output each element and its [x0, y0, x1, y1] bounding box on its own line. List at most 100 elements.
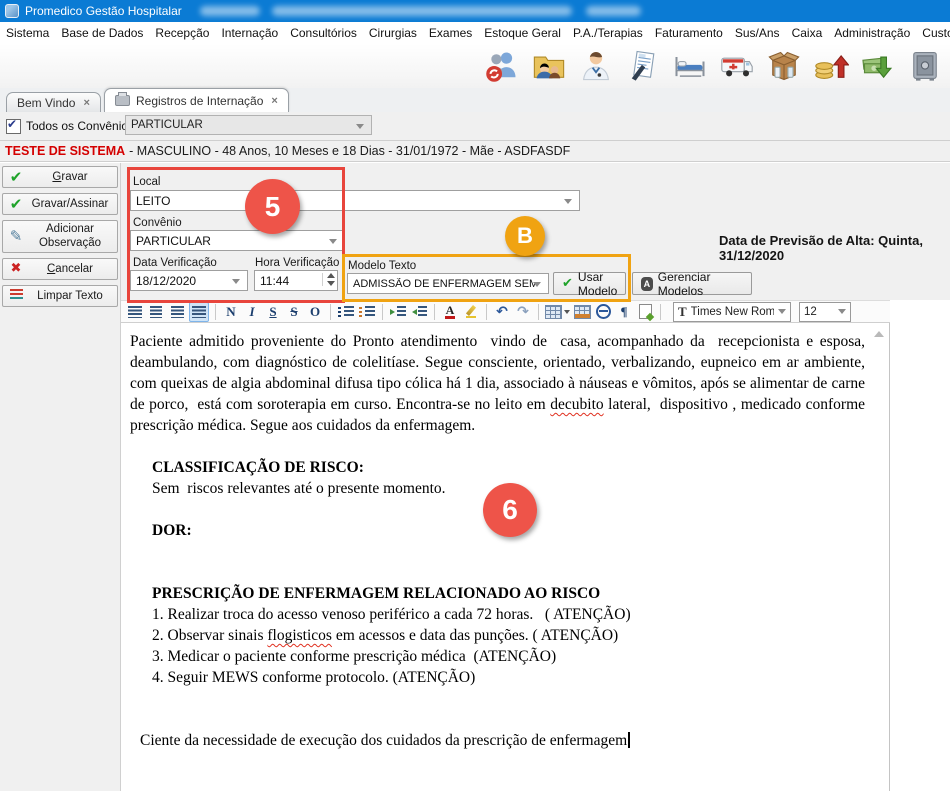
gerenciar-modelos-label: Gerenciar Modelos — [658, 270, 743, 298]
tab-bar: Bem Vindo × Registros de Internação × — [0, 88, 950, 113]
indent-decrease-icon[interactable] — [410, 303, 428, 321]
bold-icon[interactable]: N — [222, 303, 240, 321]
patients-folder-icon[interactable] — [530, 47, 568, 85]
strikethrough-icon[interactable]: S — [285, 303, 303, 321]
gravar-assinar-button[interactable]: ✔Gravar/Assinar — [2, 193, 118, 215]
font-color-icon[interactable]: A — [441, 303, 459, 321]
hospital-bed-icon[interactable] — [671, 47, 709, 85]
spin-down-icon[interactable] — [327, 281, 335, 286]
patient-details: - MASCULINO - 48 Anos, 10 Meses e 18 Dia… — [129, 144, 570, 158]
menu-item-cirurgias[interactable]: Cirurgias — [363, 26, 423, 40]
menu-item-exames[interactable]: Exames — [423, 26, 478, 40]
outline-icon[interactable]: O — [306, 303, 324, 321]
check-icon: ✔ — [562, 276, 573, 291]
document-blank-line — [130, 436, 865, 457]
printer-icon — [115, 95, 130, 106]
document-blank-line — [130, 541, 865, 562]
local-dropdown[interactable]: LEITO — [130, 190, 580, 211]
document-line: PRESCRIÇÃO DE ENFERMAGEM RELACIONADO AO … — [130, 583, 865, 604]
redo-icon[interactable]: ↷ — [514, 303, 532, 321]
gravar-button[interactable]: ✔Gravar — [2, 166, 118, 188]
menu-item-base-de-dados[interactable]: Base de Dados — [55, 26, 149, 40]
sync-users-icon[interactable] — [483, 47, 521, 85]
adicionar-observacao-button[interactable]: ✎Adicionar Observação — [2, 220, 118, 253]
font-family-select[interactable]: T Times New Rom — [673, 302, 791, 322]
menu-item-custo[interactable]: Custo — [916, 26, 950, 40]
hora-verificacao-value: 11:44 — [260, 274, 289, 288]
data-verificacao-label: Data Verificação — [133, 257, 217, 269]
align-left-icon[interactable] — [126, 303, 144, 321]
tab-bem-vindo[interactable]: Bem Vindo × — [6, 92, 101, 112]
rich-text-editor[interactable]: Paciente admitido proveniente do Pronto … — [121, 323, 890, 791]
highlight-icon[interactable] — [462, 303, 480, 321]
expense-down-icon[interactable] — [859, 47, 897, 85]
spin-up-icon[interactable] — [327, 273, 335, 278]
stock-supplies-icon[interactable] — [765, 47, 803, 85]
gerenciar-modelos-button[interactable]: A Gerenciar Modelos — [632, 272, 752, 295]
indent-increase-icon[interactable] — [389, 303, 407, 321]
font-size-select[interactable]: 12 — [799, 302, 851, 322]
menu-item-sistema[interactable]: Sistema — [0, 26, 55, 40]
modelo-texto-dropdown[interactable]: ADMISSÃO DE ENFERMAGEM SEM RISCOS — [347, 273, 549, 294]
bullet-list-icon[interactable] — [358, 303, 376, 321]
data-verificacao-dropdown[interactable]: 18/12/2020 — [130, 270, 248, 291]
annotation-badge-5: 5 — [245, 179, 300, 234]
hora-verificacao-label: Hora Verificação — [255, 257, 339, 269]
menu-item-consultorios[interactable]: Consultórios — [284, 26, 363, 40]
patient-info-bar: TESTE DE SISTEMA - MASCULINO - 48 Anos, … — [0, 140, 950, 162]
convenio-top-dropdown[interactable]: PARTICULAR — [125, 115, 372, 135]
check-icon: ✔ — [6, 195, 26, 213]
document-blank-line — [130, 709, 865, 730]
undo-icon[interactable]: ↶ — [493, 303, 511, 321]
app-logo-icon — [5, 4, 19, 18]
ambulance-icon[interactable] — [718, 47, 756, 85]
insert-table-icon[interactable] — [545, 303, 570, 321]
menu-item-recepcao[interactable]: Recepção — [149, 26, 215, 40]
align-justify-icon[interactable] — [189, 302, 209, 322]
menu-item-p-a-terapias[interactable]: P.A./Terapias — [567, 26, 649, 40]
numbered-list-icon[interactable] — [337, 303, 355, 321]
button-label: Limpar Texto — [26, 289, 114, 303]
todos-convenios-checkbox[interactable] — [6, 119, 21, 134]
menu-item-estoque-geral[interactable]: Estoque Geral — [478, 26, 567, 40]
menu-item-faturamento[interactable]: Faturamento — [649, 26, 729, 40]
convenio-top-value: PARTICULAR — [131, 119, 203, 131]
safe-icon[interactable] — [906, 47, 944, 85]
prescription-icon[interactable] — [624, 47, 662, 85]
limpar-texto-button[interactable]: Limpar Texto — [2, 285, 118, 307]
close-icon[interactable]: × — [271, 95, 277, 107]
manage-models-icon: A — [641, 277, 653, 291]
spinner-arrows[interactable] — [322, 273, 335, 286]
circle-line-icon[interactable] — [594, 303, 612, 321]
annotation-badge-6: 6 — [483, 483, 537, 537]
check-icon: ✔ — [6, 168, 26, 186]
patient-name: TESTE DE SISTEMA — [5, 144, 125, 158]
misspelled-word: flogisticos — [267, 627, 332, 644]
menu-item-administracao[interactable]: Administração — [828, 26, 916, 40]
document-line: Paciente admitido proveniente do Pronto … — [130, 331, 865, 436]
data-verificacao-value: 18/12/2020 — [136, 274, 196, 288]
table-properties-icon[interactable] — [573, 303, 591, 321]
x-icon: ✖ — [6, 261, 26, 276]
menu-item-caixa[interactable]: Caixa — [786, 26, 829, 40]
hora-verificacao-spinner[interactable]: 11:44 — [254, 270, 338, 291]
tab-registros-internacao[interactable]: Registros de Internação × — [104, 88, 289, 112]
underline-icon[interactable]: S — [264, 303, 282, 321]
cancelar-button[interactable]: ✖Cancelar — [2, 258, 118, 280]
usar-modelo-button[interactable]: ✔ Usar Modelo — [553, 272, 626, 295]
doctor-icon[interactable] — [577, 47, 615, 85]
menu-item-sus-ans[interactable]: Sus/Ans — [729, 26, 786, 40]
italic-icon[interactable]: I — [243, 303, 261, 321]
convenio-dropdown[interactable]: PARTICULAR — [130, 230, 345, 251]
title-bar: Promedico Gestão Hospitalar — [0, 0, 950, 22]
close-icon[interactable]: × — [83, 97, 89, 109]
menu-item-internacao[interactable]: Internação — [215, 26, 284, 40]
app-toolbar — [0, 44, 950, 88]
edit-document-icon[interactable] — [636, 303, 654, 321]
right-gutter — [890, 300, 950, 791]
paragraph-mark-icon[interactable]: ¶ — [615, 303, 633, 321]
align-center-icon[interactable] — [147, 303, 165, 321]
revenue-up-icon[interactable] — [812, 47, 850, 85]
scroll-up-icon[interactable] — [874, 331, 884, 337]
align-right-icon[interactable] — [168, 303, 186, 321]
